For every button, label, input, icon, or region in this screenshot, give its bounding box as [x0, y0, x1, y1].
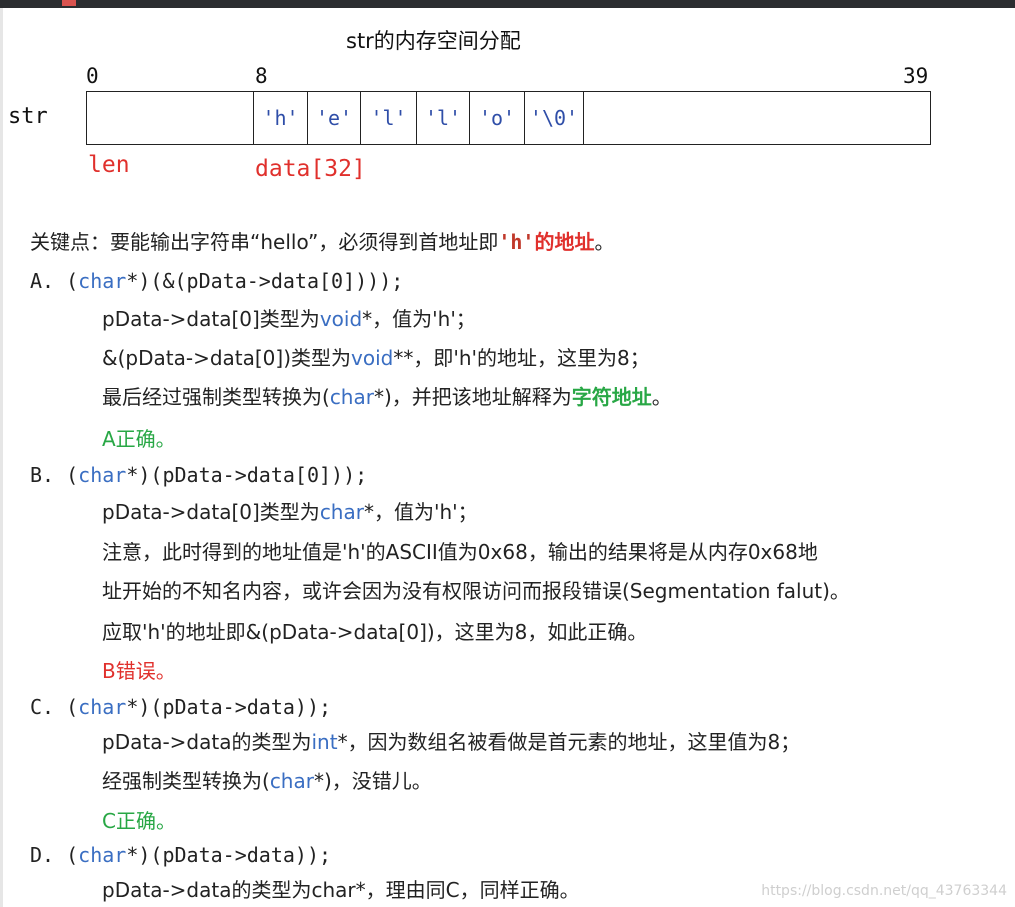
watermark: https://blog.csdn.net/qq_43763344	[761, 883, 1007, 899]
cell-h: 'h'	[253, 91, 307, 145]
option-c-line-1: pData->data的类型为int*，因为数组名被看做是首元素的地址，这里值为…	[102, 730, 801, 754]
cell-l2: 'l'	[416, 91, 469, 145]
option-b-line-1: pData->data[0]类型为char*，值为'h'；	[102, 500, 478, 524]
tick-0: 0	[86, 64, 99, 88]
tick-8: 8	[255, 64, 268, 88]
diagram-title: str的内存空间分配	[346, 29, 521, 53]
option-c-verdict: C正确。	[102, 809, 176, 833]
cell-l1: 'l'	[360, 91, 416, 145]
option-b-line-2: 注意，此时得到的地址值是'h'的ASCII值为0x68，输出的结果将是从内存0x…	[102, 540, 818, 564]
top-bar	[0, 0, 1015, 8]
cell-divider	[583, 91, 584, 145]
tick-39: 39	[903, 64, 929, 88]
top-bar-accent	[62, 0, 76, 6]
option-d-line-1: pData->data的类型为char*，理由同C，同样正确。	[102, 878, 580, 902]
cell-null: '\0'	[524, 91, 583, 145]
option-b-verdict: B错误。	[102, 659, 176, 683]
data-label: data[32]	[255, 156, 366, 182]
key-code: 'h'	[498, 230, 535, 254]
cell-e: 'e'	[307, 91, 360, 145]
option-b-line-4: 应取'h'的地址即&(pData->data[0])，这里为8，如此正确。	[102, 620, 648, 644]
option-a-line-2: &(pData->data[0])类型为void**，即'h'的地址，这里为8；	[102, 346, 650, 370]
option-d-heading: D. (char*)(pData->data));	[30, 843, 332, 867]
option-b-line-3: 址开始的不知名内容，或许会因为没有权限访问而报段错误(Segmentation …	[102, 579, 850, 603]
key-bold: 的地址	[534, 230, 595, 254]
cell-o: 'o'	[469, 91, 524, 145]
option-a-heading: A. (char*)(&(pData->data[0])));	[30, 269, 404, 293]
len-label: len	[88, 152, 130, 178]
option-a-line-1: pData->data[0]类型为void*，值为'h'；	[102, 307, 476, 331]
var-label: str	[8, 104, 48, 129]
left-edge	[0, 8, 3, 907]
option-c-line-2: 经强制类型转换为(char*)，没错儿。	[102, 769, 432, 793]
key-point: 关键点：要能输出字符串“hello”，必须得到首地址即'h'的地址。	[30, 230, 615, 254]
option-c-heading: C. (char*)(pData->data));	[30, 695, 332, 719]
option-a-line-3: 最后经过强制类型转换为(char*)，并把该地址解释为字符地址。	[102, 385, 672, 409]
option-b-heading: B. (char*)(pData->data[0]));	[30, 463, 368, 487]
option-a-verdict: A正确。	[102, 427, 176, 451]
